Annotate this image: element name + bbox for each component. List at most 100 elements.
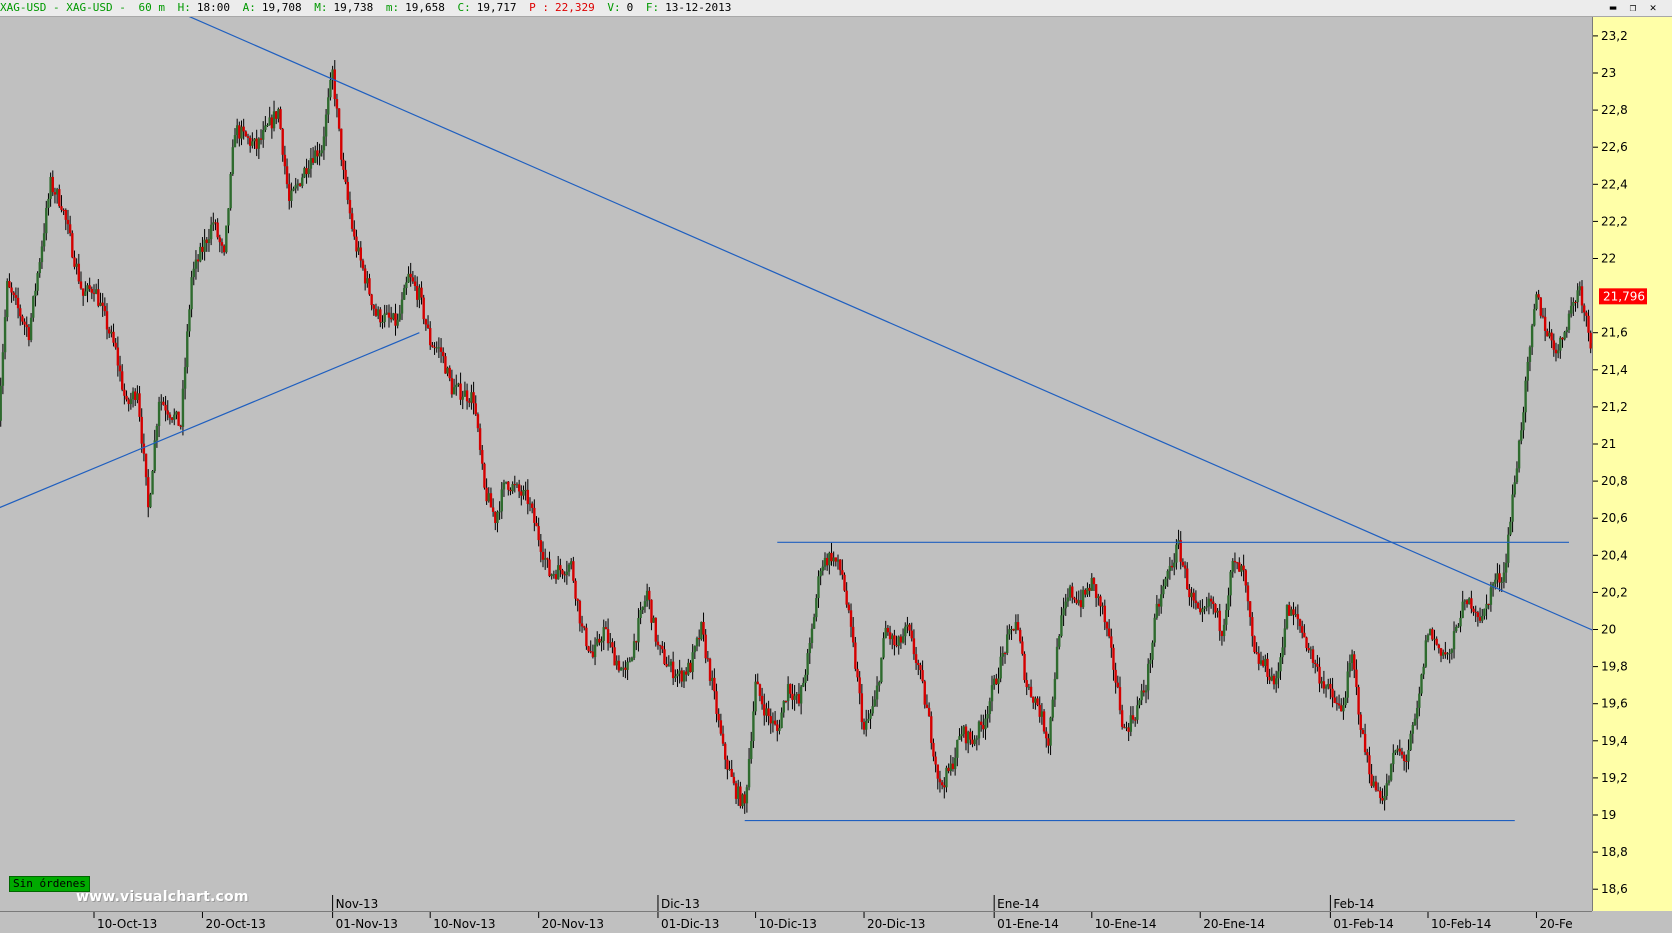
candle-body — [1405, 761, 1407, 762]
candle-body — [13, 293, 15, 296]
candle-body — [518, 484, 520, 491]
y-tick-label: 19 — [1601, 808, 1616, 822]
high-value: 19,738 — [333, 1, 373, 14]
y-tick-label: 23,2 — [1601, 29, 1628, 43]
candle-body — [754, 682, 756, 712]
candle-body — [1581, 286, 1583, 305]
candle-body — [1388, 780, 1390, 783]
candle-body — [446, 368, 448, 374]
candle-body — [295, 185, 297, 188]
candle-body — [1587, 316, 1589, 333]
candle-body — [255, 139, 257, 149]
candle-body — [960, 734, 962, 736]
candle-body — [516, 484, 518, 485]
close-icon[interactable]: ✕ — [1646, 1, 1660, 15]
candle-body — [973, 740, 975, 745]
candle-body — [368, 278, 370, 294]
candle-body — [321, 150, 323, 153]
candle-body — [713, 678, 715, 691]
candle-body — [1386, 783, 1388, 796]
candle-body — [1071, 586, 1073, 597]
candle-body — [1520, 430, 1522, 440]
candle-body — [507, 482, 509, 490]
candle-body — [303, 168, 305, 177]
candle-body — [1546, 331, 1548, 336]
candle-body — [188, 309, 190, 331]
trendline-support-rising[interactable] — [0, 333, 419, 509]
candle-body — [1383, 796, 1385, 801]
candle-body — [1355, 670, 1357, 687]
close-value: 19,717 — [477, 1, 517, 14]
candle-body — [130, 399, 132, 404]
candle-body — [911, 631, 913, 639]
candle-body — [1036, 698, 1038, 704]
candle-body — [30, 318, 32, 340]
candle-body — [906, 625, 908, 627]
candle-body — [449, 368, 451, 378]
candle-body — [616, 661, 618, 666]
candle-body — [1255, 652, 1257, 653]
candle-body — [1485, 604, 1487, 609]
current-price-label: 21,796 — [1603, 289, 1645, 303]
x-tick-label: 20-Dic-13 — [867, 917, 925, 931]
open-value: 19,708 — [262, 1, 302, 14]
candle-body — [637, 618, 639, 642]
candle-body — [466, 390, 468, 401]
candle-body — [1342, 705, 1344, 711]
candle-body — [1190, 593, 1192, 597]
candle-body — [1130, 715, 1132, 732]
candle-body — [457, 384, 459, 385]
candle-body — [305, 168, 307, 174]
candle-body — [138, 393, 140, 417]
candle-body — [1312, 649, 1314, 663]
candle-body — [1433, 639, 1435, 640]
candle-body — [1084, 590, 1086, 595]
candle-body — [1047, 738, 1049, 745]
candle-body — [726, 760, 728, 770]
candle-body — [1117, 683, 1119, 687]
candle-body — [815, 598, 817, 617]
candle-body — [639, 610, 641, 618]
candle-body — [453, 387, 455, 394]
x-tick-label: 10-Ene-14 — [1095, 917, 1157, 931]
candle-body — [1344, 698, 1346, 705]
candle-body — [1119, 687, 1121, 710]
time-axis[interactable]: 10-Oct-1320-Oct-1301-Nov-1310-Nov-1320-N… — [0, 911, 1592, 933]
candle-body — [123, 390, 125, 396]
candle-body — [110, 332, 112, 334]
candle-body — [1164, 579, 1166, 586]
candle-body — [21, 316, 23, 321]
candle-body — [73, 257, 75, 266]
candle-body — [258, 138, 260, 148]
candle-body — [1396, 749, 1398, 751]
candle-body — [531, 504, 533, 508]
candle-body — [999, 657, 1001, 679]
candle-body — [58, 189, 60, 206]
minimize-icon[interactable]: ▬ — [1606, 1, 1620, 15]
candle-body — [1370, 774, 1372, 786]
candle-body — [472, 392, 474, 403]
candle-body — [635, 641, 637, 642]
restore-icon[interactable]: ❐ — [1626, 1, 1640, 15]
candle-body — [1540, 298, 1542, 316]
candle-body — [845, 591, 847, 605]
candle-body — [132, 391, 134, 399]
candle-body — [1366, 752, 1368, 755]
candle-body — [4, 317, 6, 352]
candle-body — [1186, 569, 1188, 590]
price-plot-area[interactable]: Nov-13Dic-13Ene-14Feb-14 — [0, 17, 1592, 911]
candle-body — [670, 662, 672, 666]
candle-body — [262, 130, 264, 140]
candle-body — [1414, 719, 1416, 725]
trendline-resistance-diagonal[interactable] — [170, 17, 1592, 639]
price-axis[interactable]: 23,22322,822,622,422,22221,621,421,22120… — [1592, 17, 1672, 911]
candle-body — [1171, 566, 1173, 567]
candle-body — [1527, 362, 1529, 381]
candle-body — [19, 308, 21, 316]
candle-body — [746, 787, 748, 803]
candle-body — [190, 277, 192, 309]
candle-body — [86, 285, 88, 291]
candle-body — [1286, 605, 1288, 628]
candle-body — [134, 391, 136, 399]
candle-body — [114, 343, 116, 348]
